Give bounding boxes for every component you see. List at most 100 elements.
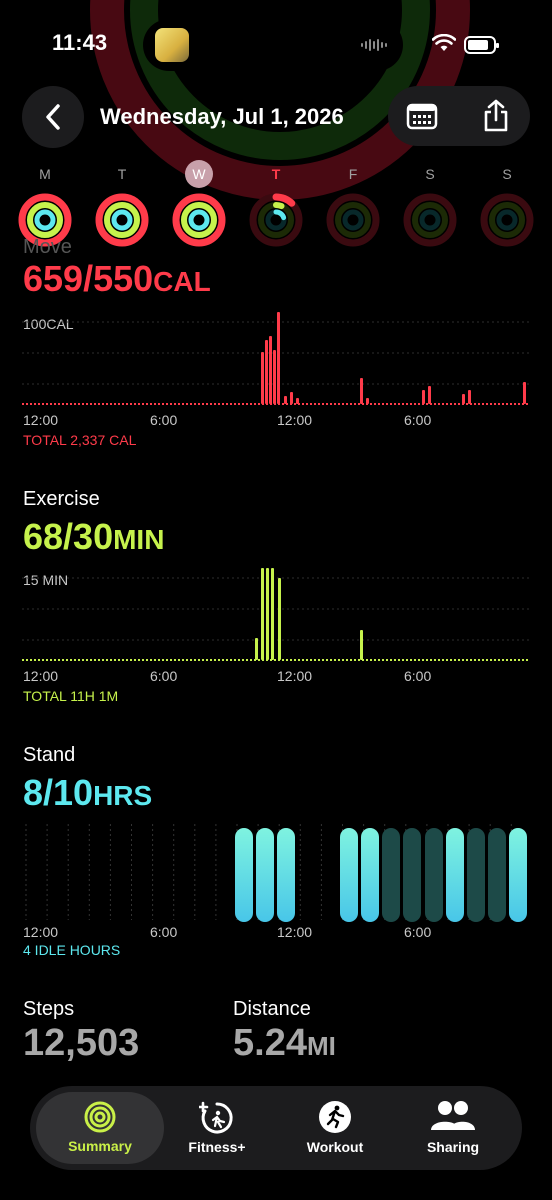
stand-hour-bar — [256, 828, 274, 922]
chart-bar — [422, 390, 425, 404]
chart-bar — [428, 386, 431, 404]
stand-value: 8/10HRS — [23, 772, 152, 814]
week-selector: MTWTFSS — [0, 160, 552, 256]
stand-hour-bar — [488, 828, 506, 922]
exercise-chart — [22, 568, 530, 661]
tab-summary-label: Summary — [68, 1138, 132, 1154]
day-letter: F — [348, 166, 358, 182]
distance-value-unit: MI — [306, 1031, 336, 1061]
distance-value: 5.24MI — [233, 1022, 336, 1065]
move-chart — [22, 312, 530, 405]
chart-bar — [255, 638, 258, 660]
steps-label: Steps — [23, 998, 75, 1020]
x-axis-tick-label: 12:00 — [277, 668, 313, 684]
header-actions — [388, 86, 530, 146]
day-activity-ring-icon — [249, 193, 303, 247]
stand-hour-bar — [403, 828, 421, 922]
workout-runner-icon — [319, 1101, 351, 1133]
x-axis-tick-label: 6:00 — [404, 668, 432, 684]
x-axis-tick-label: 6:00 — [404, 412, 432, 428]
navigation-bar: Wednesday, Jul 1, 2026 — [0, 84, 552, 148]
day-activity-ring-icon — [480, 193, 534, 247]
exercise-total: TOTAL 11H 1M — [23, 688, 119, 704]
stand-hour-bar — [361, 828, 379, 922]
dynamic-island[interactable] — [143, 19, 403, 71]
stand-hour-bar — [382, 828, 400, 922]
move-value-number: 659/550 — [23, 258, 154, 299]
stand-hour-bar — [467, 828, 485, 922]
exercise-label: Exercise — [23, 488, 100, 510]
stand-value-unit: HRS — [93, 780, 153, 811]
x-axis-tick-label: 12:00 — [23, 924, 59, 940]
day-1[interactable]: T — [94, 160, 150, 253]
stand-hour-bar — [446, 828, 464, 922]
x-axis-tick-label: 6:00 — [150, 924, 178, 940]
distance-value-number: 5.24 — [233, 1022, 307, 1064]
x-axis-tick-label: 12:00 — [23, 668, 59, 684]
tab-fitness-plus[interactable]: Fitness+ — [158, 1086, 276, 1170]
stand-hour-bar — [235, 828, 253, 922]
x-axis-tick-label: 12:00 — [23, 412, 59, 428]
chart-bar — [360, 630, 363, 660]
x-axis-tick-label: 12:00 — [277, 412, 313, 428]
chart-bar — [269, 336, 272, 404]
stand-hour-bar — [425, 828, 443, 922]
day-letter: T — [271, 166, 281, 182]
day-activity-ring-icon — [95, 193, 149, 247]
tab-workout-label: Workout — [306, 1139, 364, 1155]
chevron-left-icon — [46, 104, 60, 130]
stand-hour-bar — [509, 828, 527, 922]
day-activity-ring-icon — [172, 193, 226, 247]
steps-value: 12,503 — [23, 1022, 140, 1064]
sharing-people-icon — [431, 1101, 475, 1130]
day-letter: W — [185, 160, 213, 188]
day-activity-ring-icon — [326, 193, 380, 247]
chart-bar — [523, 382, 526, 404]
chart-bar — [366, 398, 369, 404]
day-3[interactable]: T — [248, 160, 304, 253]
exercise-value-number: 68/30 — [23, 516, 114, 557]
chart-bar — [360, 378, 363, 404]
back-button[interactable] — [22, 86, 84, 148]
x-axis-tick-label: 6:00 — [150, 412, 178, 428]
chart-bar — [271, 568, 274, 660]
chart-bar — [265, 340, 268, 404]
fitness-plus-icon — [199, 1101, 233, 1134]
share-button[interactable] — [476, 96, 516, 136]
audio-waveform-icon — [361, 39, 387, 51]
chart-bar — [273, 350, 276, 404]
battery-icon — [464, 36, 499, 54]
chart-bar — [290, 392, 293, 404]
day-6[interactable]: S — [479, 160, 535, 253]
day-5[interactable]: S — [402, 160, 458, 253]
calendar-button[interactable] — [402, 98, 442, 134]
distance-label: Distance — [233, 998, 311, 1020]
tab-bar: Summary Fitness+ Workout Sharing — [30, 1086, 522, 1170]
tab-workout[interactable]: Workout — [276, 1086, 394, 1170]
day-letter: S — [425, 166, 435, 182]
day-letter: S — [502, 166, 512, 182]
move-value: 659/550CAL — [23, 258, 211, 300]
now-playing-artwork — [155, 28, 189, 62]
tab-sharing[interactable]: Sharing — [394, 1086, 512, 1170]
move-label: Move — [23, 236, 72, 258]
day-letter: T — [117, 166, 127, 182]
status-bar: 11:43 — [0, 0, 552, 90]
chart-bar — [284, 396, 287, 404]
stand-hour-bar — [340, 828, 358, 922]
tab-summary[interactable]: Summary — [36, 1092, 164, 1164]
x-axis-tick-label: 12:00 — [277, 924, 313, 940]
tab-fitness-plus-label: Fitness+ — [188, 1139, 246, 1155]
day-activity-ring-icon — [403, 193, 457, 247]
x-axis-tick-label: 6:00 — [404, 924, 432, 940]
exercise-value-unit: MIN — [113, 524, 165, 555]
stand-label: Stand — [23, 744, 76, 766]
move-total: TOTAL 2,337 CAL — [23, 432, 137, 448]
calendar-icon — [406, 103, 438, 130]
chart-bar — [277, 312, 280, 404]
move-value-unit: CAL — [153, 266, 211, 297]
day-2[interactable]: W — [171, 160, 227, 253]
day-4[interactable]: F — [325, 160, 381, 253]
stand-idle-hours: 4 IDLE HOURS — [23, 942, 121, 958]
chart-bar — [468, 390, 471, 404]
